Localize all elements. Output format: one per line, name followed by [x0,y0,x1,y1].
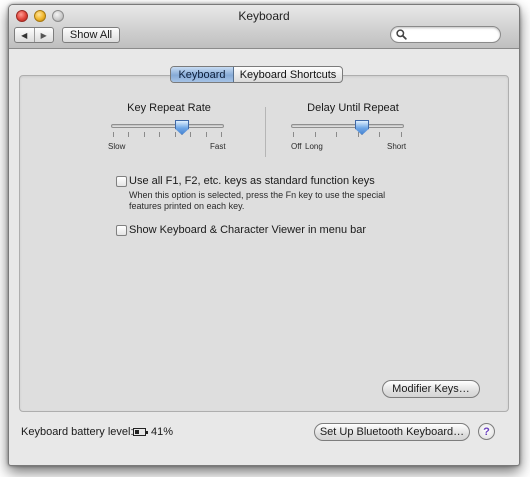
function-keys-note-line1: When this option is selected, press the … [129,190,386,200]
slow-label: Slow [108,142,126,151]
keyboard-viewer-checkbox[interactable] [116,225,127,236]
search-field[interactable] [390,26,501,43]
slider-tick [206,132,207,137]
search-input[interactable] [409,28,495,41]
keyboard-preferences-window: Keyboard ◀ ▶ Show All Keyboard Keyboard … [8,4,520,466]
slider-tick [336,132,337,137]
title-toolbar: Keyboard ◀ ▶ Show All [9,5,519,49]
battery-percent: 41% [151,426,174,438]
help-icon: ? [483,425,490,438]
delay-until-repeat-track[interactable] [291,124,404,128]
key-repeat-rate-label: Key Repeat Rate [127,102,211,114]
battery-fill [135,430,139,434]
settings-panel [19,75,509,412]
long-label: Long [305,142,323,151]
delay-until-repeat-label: Delay Until Repeat [307,102,399,114]
slider-tick [401,132,402,137]
slider-tick [128,132,129,137]
battery-level-label: Keyboard battery level: [21,426,134,438]
short-label: Short [387,142,407,151]
slider-tick [358,132,359,137]
fast-label: Fast [210,142,226,151]
slider-tick [144,132,145,137]
slider-tick [190,132,191,137]
slider-tick [315,132,316,137]
modifier-keys-button[interactable]: Modifier Keys… [382,380,480,398]
tab-keyboard[interactable]: Keyboard [171,67,234,82]
help-button[interactable]: ? [478,423,495,440]
slider-tick [175,132,176,137]
function-keys-note-line2: features printed on each key. [129,201,245,211]
slider-tick [293,132,294,137]
search-icon [396,29,407,40]
tab-bar: Keyboard Keyboard Shortcuts [170,66,343,83]
tab-keyboard-shortcuts[interactable]: Keyboard Shortcuts [234,67,342,82]
function-keys-label[interactable]: Use all F1, F2, etc. keys as standard fu… [129,175,375,187]
battery-terminal [146,431,148,434]
set-up-bluetooth-keyboard-button[interactable]: Set Up Bluetooth Keyboard… [314,423,470,441]
keyboard-viewer-label[interactable]: Show Keyboard & Character Viewer in menu… [129,224,366,236]
slider-divider [265,107,266,157]
back-forward-control: ◀ ▶ [14,27,54,43]
key-repeat-rate-track[interactable] [111,124,224,128]
back-button[interactable]: ◀ [15,28,35,42]
slider-tick [113,132,114,137]
window-title: Keyboard [238,9,290,23]
forward-button[interactable]: ▶ [35,28,54,42]
battery-icon [133,428,148,436]
slider-tick [221,132,222,137]
off-label: Off [291,142,302,151]
function-keys-checkbox[interactable] [116,176,127,187]
show-all-button[interactable]: Show All [62,27,120,43]
slider-tick [379,132,380,137]
slider-tick [159,132,160,137]
